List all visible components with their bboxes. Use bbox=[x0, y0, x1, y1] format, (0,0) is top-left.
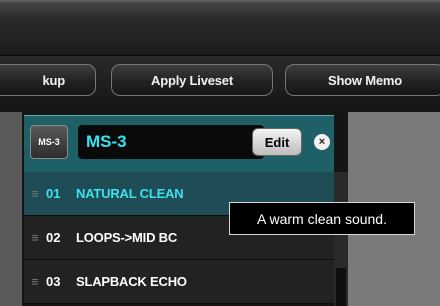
patch-name: SLAPBACK ECHO bbox=[76, 274, 187, 289]
toolbar: kup Apply Liveset Show Memo bbox=[0, 56, 440, 108]
close-icon[interactable]: × bbox=[314, 134, 330, 150]
device-logo: MS-3 bbox=[30, 125, 68, 159]
tooltip: A warm clean sound. bbox=[229, 202, 415, 235]
edit-button[interactable]: Edit bbox=[252, 128, 302, 156]
patch-row[interactable]: ≡ 03 SLAPBACK ECHO bbox=[24, 260, 334, 304]
scrollbar-thumb[interactable] bbox=[336, 268, 346, 306]
device-name-field[interactable]: MS-3 bbox=[78, 125, 264, 159]
scrollbar[interactable] bbox=[334, 172, 348, 306]
apply-liveset-button[interactable]: Apply Liveset bbox=[111, 64, 273, 96]
show-memo-button[interactable]: Show Memo bbox=[285, 64, 440, 96]
backup-button[interactable]: kup bbox=[0, 64, 96, 96]
patch-number: 03 bbox=[46, 274, 61, 289]
patch-name: NATURAL CLEAN bbox=[76, 186, 184, 201]
title-bar bbox=[0, 0, 440, 56]
drag-handle-icon[interactable]: ≡ bbox=[24, 216, 46, 259]
left-pane bbox=[0, 112, 22, 306]
device-header: MS-3 MS-3 Edit × bbox=[24, 115, 334, 172]
drag-handle-icon[interactable]: ≡ bbox=[24, 260, 46, 303]
patch-number: 01 bbox=[46, 186, 61, 201]
patch-number: 02 bbox=[46, 230, 61, 245]
drag-handle-icon[interactable]: ≡ bbox=[24, 172, 46, 215]
patch-name: LOOPS->MID BC bbox=[76, 230, 178, 245]
